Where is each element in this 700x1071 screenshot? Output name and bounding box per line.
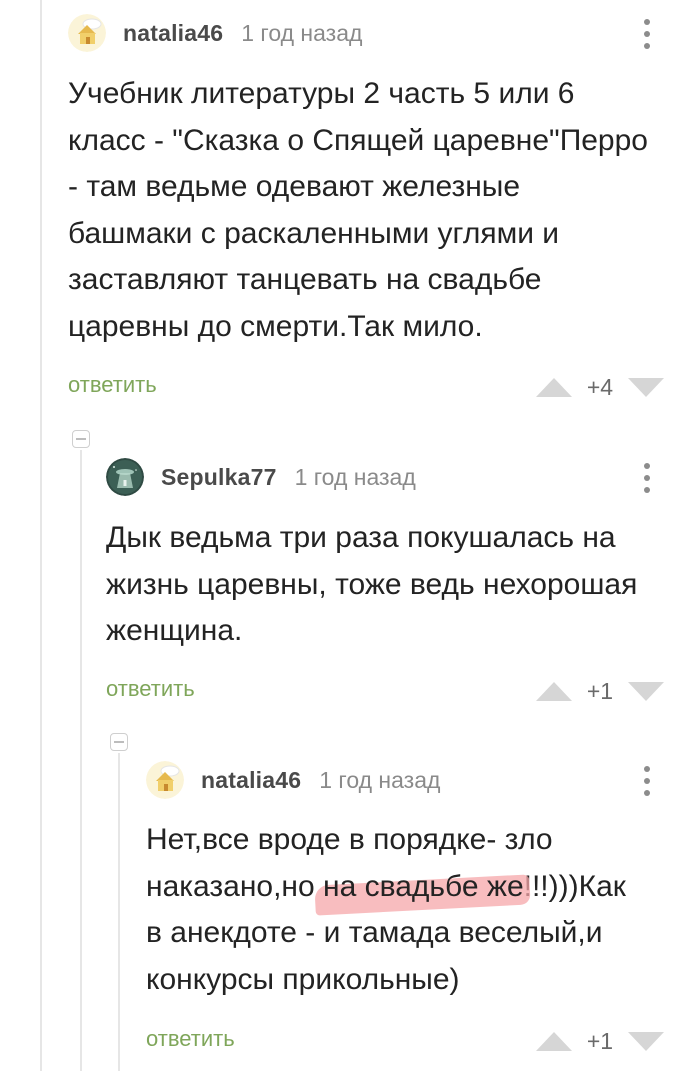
comment-author[interactable]: natalia46: [123, 20, 223, 47]
text-line: наказано,но на свадьбе же!!!)))Как: [146, 864, 626, 916]
text-line: царевны до смерти.Так мило.: [68, 309, 483, 343]
kebab-menu-icon[interactable]: [641, 19, 653, 49]
reply-link[interactable]: ответить: [68, 372, 157, 398]
text-line: Учебник литературы 2 часть 5 или 6: [68, 77, 575, 110]
avatar[interactable]: [68, 14, 106, 52]
text-line: жизнь царевны, тоже ведь нехорошая: [106, 567, 638, 601]
comment-text: Дык ведьма три раза покушалась на жизнь …: [106, 515, 637, 655]
vote-controls: +1: [536, 678, 664, 705]
reply-link[interactable]: ответить: [146, 1026, 235, 1052]
text-line: класс - "Сказка о Спящей царевне"Перро: [68, 123, 648, 157]
vote-up-icon[interactable]: [536, 378, 572, 397]
house-avatar: [68, 14, 106, 52]
text-fragment: наказано,но: [146, 869, 323, 903]
comment-header: Sepulka77 1 год назад: [106, 458, 416, 496]
vote-score: +1: [586, 1028, 614, 1054]
comment-time: 1 год назад: [241, 19, 363, 46]
vote-score: +1: [586, 678, 614, 704]
comment-header: natalia46 1 год назад: [68, 14, 362, 52]
thread-line-level2: [80, 450, 82, 1071]
comment-header: natalia46 1 год назад: [146, 761, 440, 799]
highlighted-text: на свадьбе же: [314, 869, 531, 916]
text-line: заставляют танцевать на свадьбе: [68, 263, 542, 296]
thread-line-level1: [40, 0, 42, 1071]
spacecraft-avatar: [106, 458, 144, 496]
comment-text: Учебник литературы 2 часть 5 или 6 класс…: [68, 71, 648, 350]
comment-time: 1 год назад: [319, 766, 441, 793]
kebab-menu-icon[interactable]: [641, 766, 653, 796]
vote-down-icon[interactable]: [628, 1032, 664, 1051]
house-avatar: [146, 761, 184, 799]
comment-text: Нет,все вроде в порядке- зло наказано,но…: [146, 817, 626, 1003]
vote-score: +4: [586, 374, 614, 400]
avatar[interactable]: [146, 761, 184, 799]
comment-author[interactable]: natalia46: [201, 767, 301, 794]
text-line: конкурсы прикольные): [146, 962, 460, 996]
collapse-thread-icon[interactable]: [72, 430, 90, 448]
text-line: Нет,все вроде в порядке- зло: [146, 823, 553, 856]
vote-controls: +1: [536, 1028, 664, 1055]
text-line: - там ведьме одевают железные: [68, 170, 521, 203]
kebab-menu-icon[interactable]: [641, 463, 653, 493]
vote-controls: +4: [536, 374, 664, 401]
vote-down-icon[interactable]: [628, 682, 664, 701]
vote-up-icon[interactable]: [536, 1032, 572, 1051]
highlight-text: на свадьбе же: [323, 869, 524, 903]
text-line: башмаки с раскаленными углями и: [68, 216, 560, 250]
text-fragment: !!!)))Как: [523, 869, 626, 903]
vote-up-icon[interactable]: [536, 682, 572, 701]
text-line: в анекдоте - и тамада веселый,и: [146, 916, 603, 949]
collapse-thread-icon[interactable]: [110, 733, 128, 751]
vote-down-icon[interactable]: [628, 378, 664, 397]
thread-line-level3: [118, 753, 120, 1071]
comment-time: 1 год назад: [294, 463, 416, 490]
reply-link[interactable]: ответить: [106, 676, 195, 702]
comment-author[interactable]: Sepulka77: [161, 464, 277, 491]
text-line: Дык ведьма три раза покушалась на: [106, 521, 616, 554]
avatar[interactable]: [106, 458, 144, 496]
text-line: женщина.: [106, 614, 243, 647]
